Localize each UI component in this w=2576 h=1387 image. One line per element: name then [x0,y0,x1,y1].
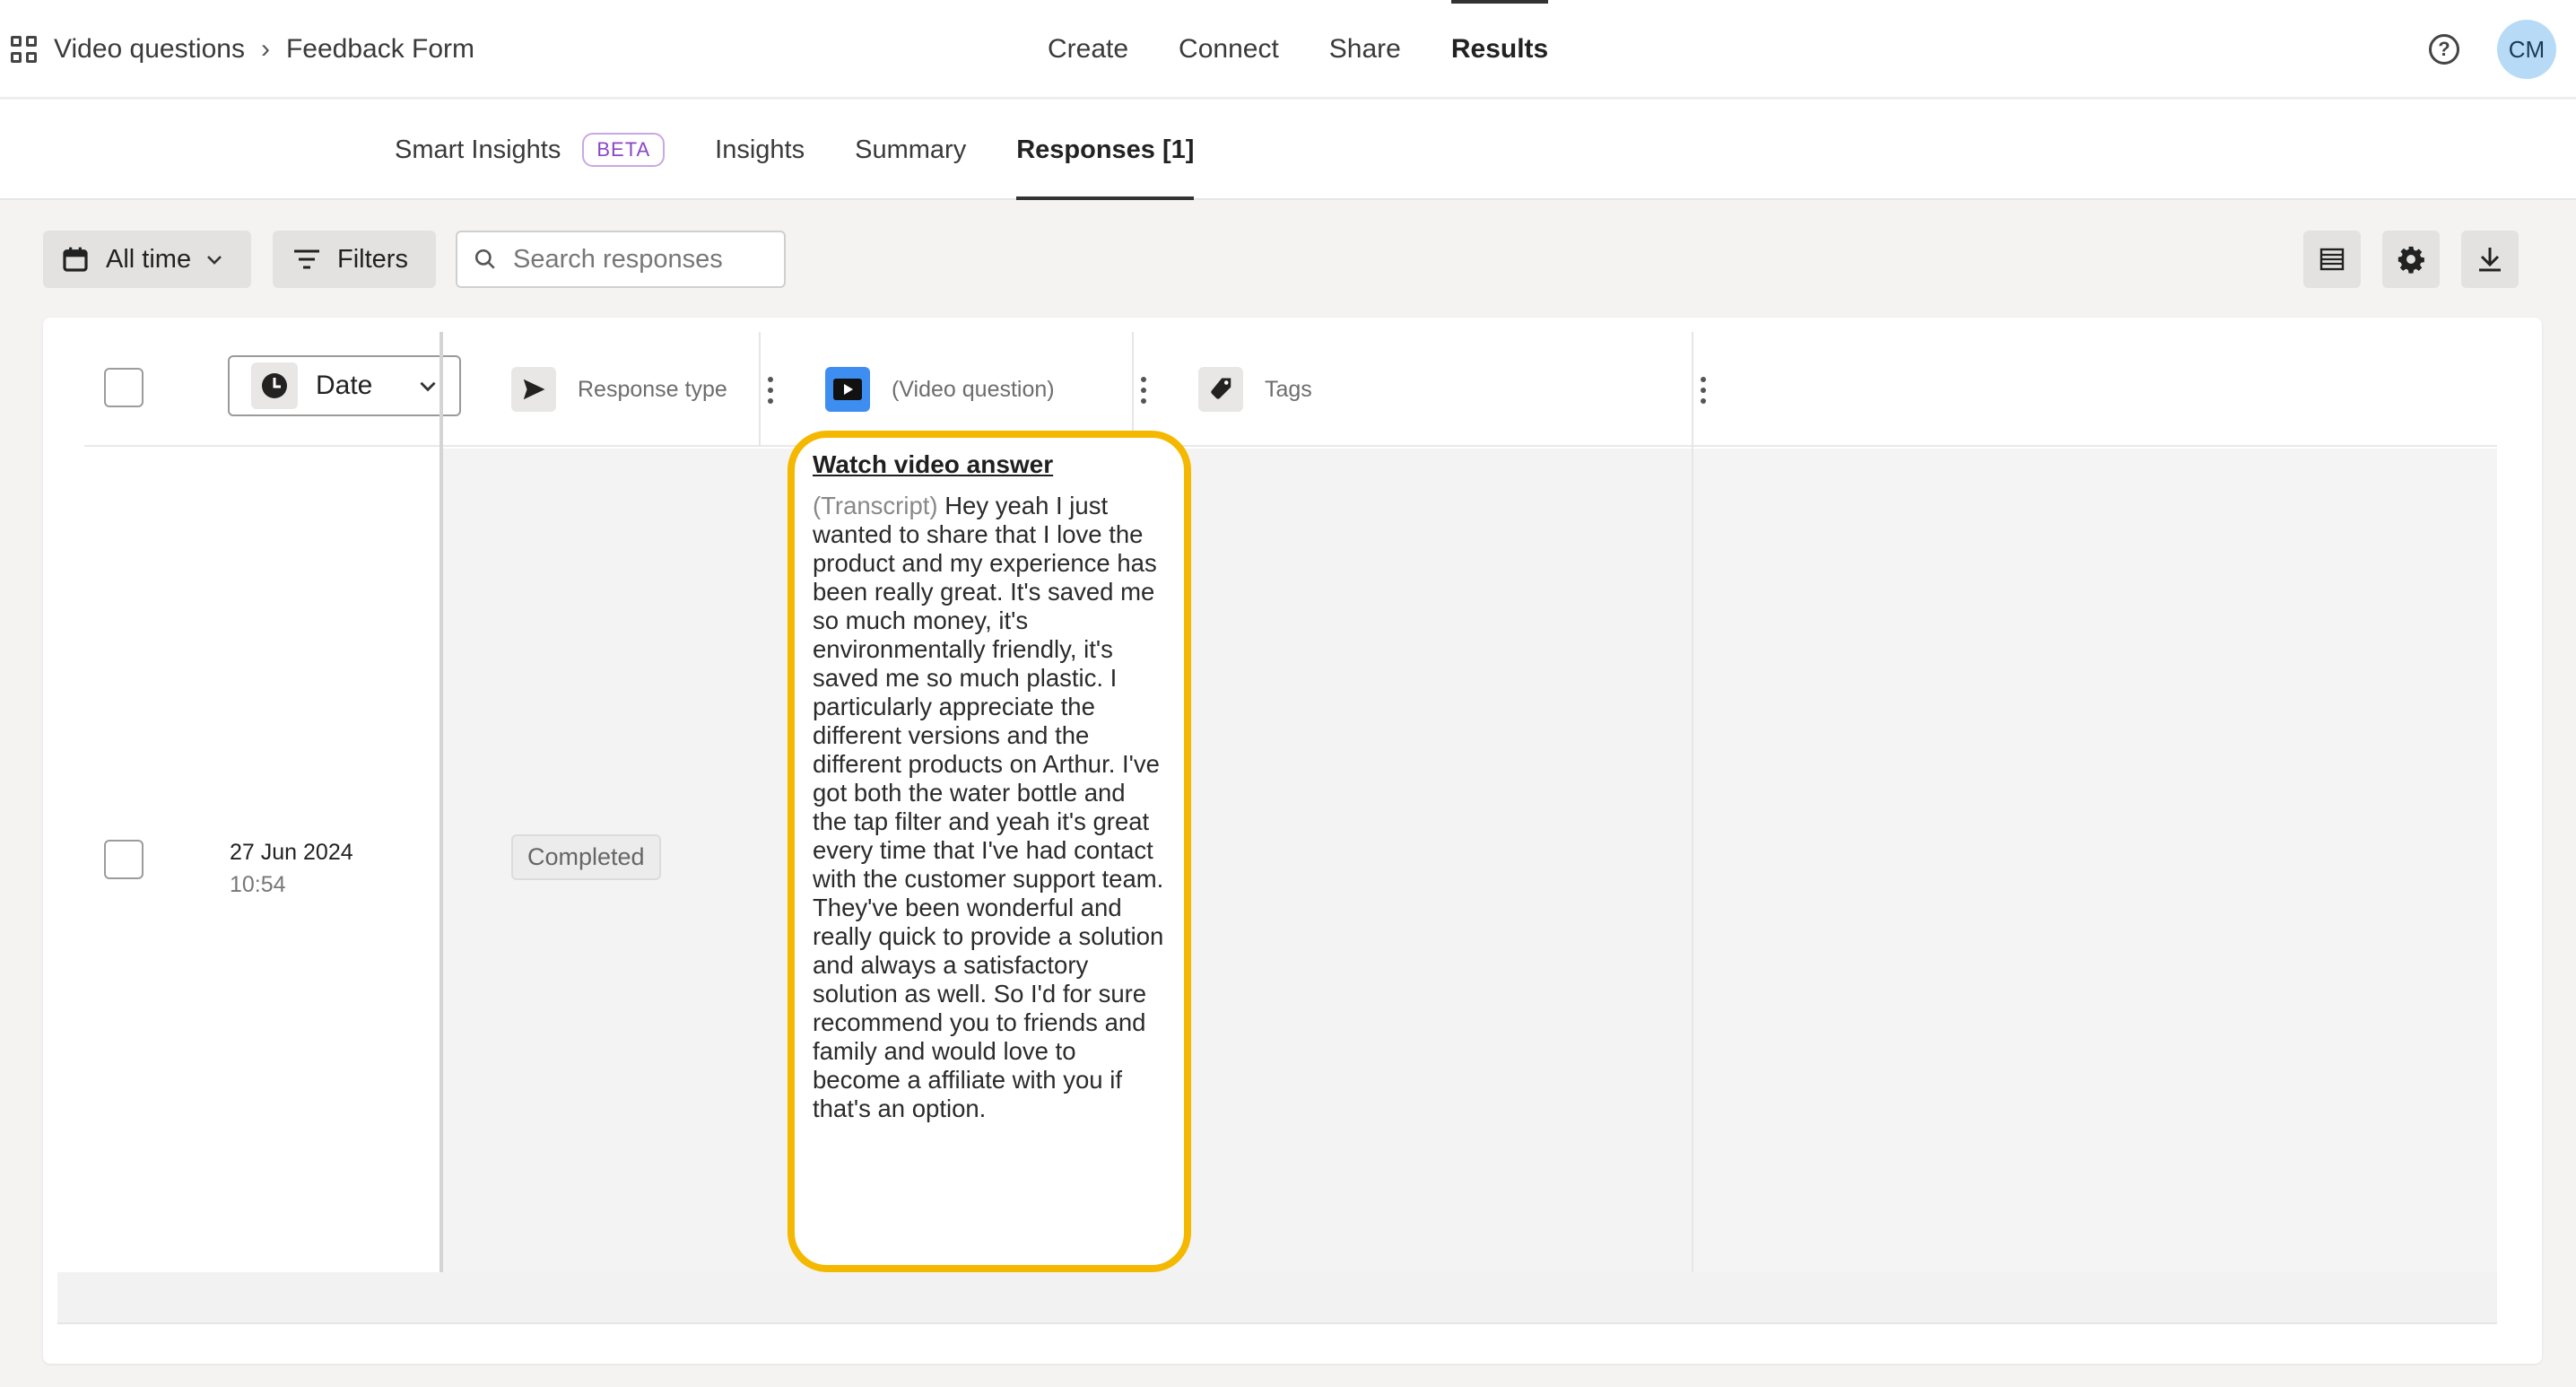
response-date: 27 Jun 2024 10:54 [230,836,353,901]
breadcrumb: Video questions › Feedback Form [11,0,474,99]
beta-badge: BETA [582,133,666,167]
transcript-text: Hey yeah I just wanted to share that I l… [813,492,1164,1122]
search-icon [474,249,495,269]
column-video-question[interactable]: (Video question) [825,332,1055,447]
watch-video-link[interactable]: Watch video answer [813,450,1166,479]
send-icon [511,367,556,412]
avatar[interactable]: CM [2497,20,2556,79]
filter-icon [294,249,319,269]
time-filter-dropdown[interactable]: All time [43,231,251,288]
breadcrumb-form: Feedback Form [285,34,475,64]
nav-connect[interactable]: Connect [1153,0,1304,99]
clock-icon [251,362,298,409]
column-divider [759,332,761,447]
sort-date-dropdown[interactable]: Date [228,355,461,416]
row-checkbox[interactable] [104,840,144,879]
list-view-icon [2319,248,2345,271]
breadcrumb-project[interactable]: Video questions [54,34,245,65]
chevron-right-icon: › [260,34,270,64]
download-button[interactable] [2461,231,2519,288]
table-header: Date Response type (Video question) Tags [84,332,2497,447]
responses-table: Date Response type (Video question) Tags… [43,318,2542,1364]
column-label: Response type [578,376,727,402]
tab-insights[interactable]: Insights [690,100,830,200]
filters-button[interactable]: Filters [273,231,436,288]
apps-grid-icon[interactable] [11,36,38,63]
column-menu-icon[interactable] [1701,377,1708,404]
help-icon[interactable]: ? [2429,34,2459,65]
settings-button[interactable] [2382,231,2440,288]
response-date-time: 10:54 [230,872,286,897]
search-input[interactable] [513,244,773,275]
response-date-day: 27 Jun 2024 [230,840,353,865]
video-icon [825,367,870,412]
transcript-label: (Transcript) [813,492,938,519]
chevron-down-icon [420,381,436,392]
search-box[interactable] [456,231,786,288]
nav-create[interactable]: Create [1023,0,1153,99]
filters-label: Filters [337,244,408,274]
column-label: (Video question) [892,376,1055,402]
video-answer-cell: Watch video answer (Transcript) Hey yeah… [788,431,1191,1272]
sort-date-label: Date [316,371,373,400]
table-footer [57,1272,2497,1324]
toolbar: All time Filters [0,201,2576,318]
select-all-checkbox[interactable] [104,368,144,407]
row-cell-background [1693,449,2497,1272]
gear-icon [2398,246,2424,274]
table-row[interactable]: 27 Jun 2024 10:54 Completed [84,449,2497,1272]
time-filter-label: All time [106,244,192,274]
top-bar: Video questions › Feedback Form Create C… [0,0,2576,99]
column-label: Tags [1265,376,1312,402]
tab-summary[interactable]: Summary [830,100,991,200]
nav-share[interactable]: Share [1304,0,1426,99]
layout-toggle-button[interactable] [2303,231,2361,288]
download-icon [2479,248,2501,272]
column-divider [1132,332,1134,447]
chevron-down-icon [207,256,222,265]
column-tags[interactable]: Tags [1198,332,1312,447]
calendar-icon [63,247,88,272]
nav-results[interactable]: Results [1426,0,1573,99]
column-menu-icon[interactable] [1141,377,1148,404]
column-menu-icon[interactable] [768,377,775,404]
tab-responses[interactable]: Responses [1] [991,100,1219,200]
main-nav: Create Connect Share Results [1023,0,1573,99]
column-response-type[interactable]: Response type [511,332,727,447]
tab-smart-insights-label: Smart Insights [395,135,561,164]
tab-smart-insights[interactable]: Smart Insights BETA [370,100,690,200]
results-tabs-bar: Smart Insights BETA Insights Summary Res… [0,100,2576,200]
tag-icon [1198,367,1243,412]
status-badge: Completed [511,834,661,880]
